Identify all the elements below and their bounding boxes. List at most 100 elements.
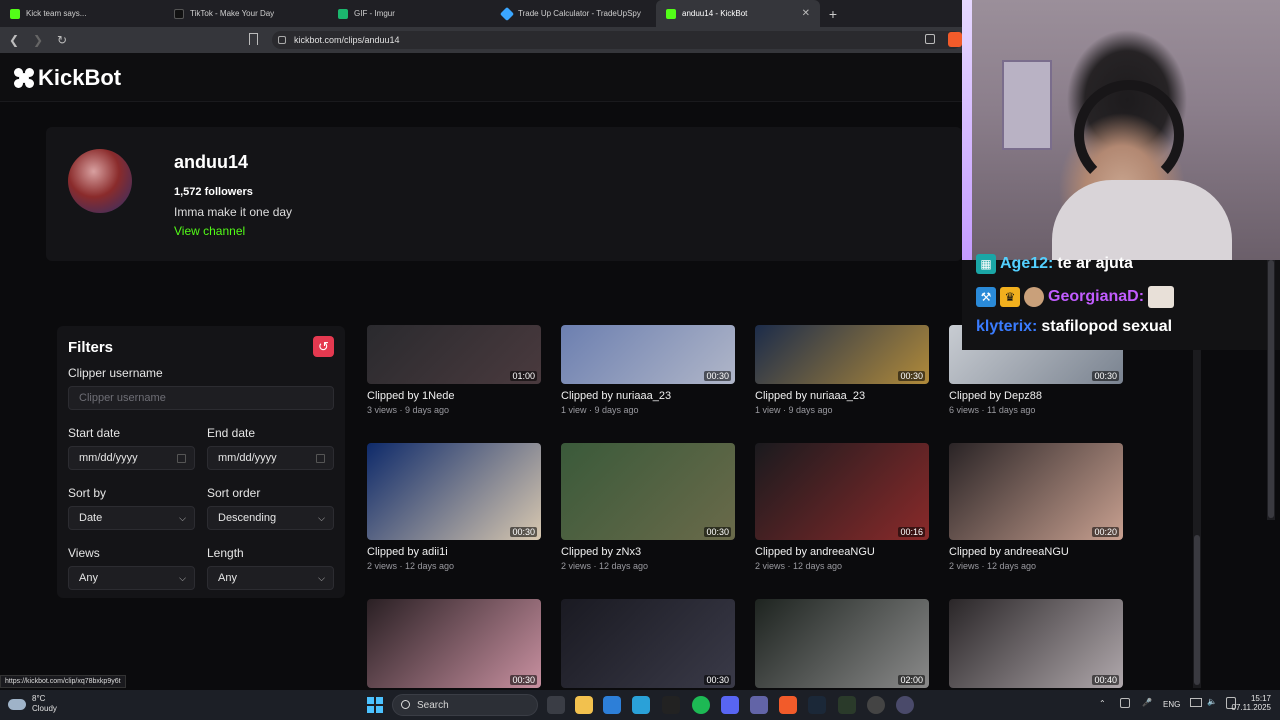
calendar-icon[interactable]	[316, 454, 325, 463]
clip-clipper: Clipped by Depz88	[949, 390, 1042, 402]
page-scrollbar[interactable]: ▲	[1193, 323, 1201, 688]
reload-icon[interactable]: ↻	[52, 30, 72, 50]
clip-card[interactable]: 00:30 Clipped by adii1i 2 views · 12 day…	[367, 443, 543, 571]
sort-order-select[interactable]: Descending ⌵	[207, 506, 334, 530]
clock[interactable]: 15:17 07.11.2025	[1227, 694, 1271, 712]
clip-clipper: Clipped by andreeaNGU	[949, 546, 1069, 558]
weather-condition: Cloudy	[32, 704, 57, 713]
tab-tradeupspy[interactable]: Trade Up Calculator - TradeUpSpy	[492, 0, 656, 27]
clip-thumbnail[interactable]: 00:30	[755, 325, 929, 384]
windows-start-icon[interactable]	[367, 697, 383, 713]
filters-title: Filters	[68, 339, 114, 356]
chat-text: te ar ajuta	[1057, 255, 1133, 272]
clip-clipper: Clipped by andreeaNGU	[755, 546, 875, 558]
clip-clipper: Clipped by nuriaaa_23	[561, 390, 672, 402]
network-icon[interactable]	[1190, 698, 1202, 707]
steam-icon[interactable]	[808, 696, 826, 714]
sort-order-value: Descending	[218, 512, 277, 524]
kickbot-logo[interactable]: KickBot	[14, 65, 121, 91]
clip-thumbnail[interactable]: 02:00	[755, 599, 929, 688]
clip-card[interactable]: 02:00	[755, 599, 931, 688]
close-tab-icon[interactable]: ✕	[802, 8, 810, 19]
clip-thumbnail[interactable]: 01:00	[367, 325, 541, 384]
tab-kick-team[interactable]: Kick team says...	[0, 0, 164, 27]
clip-thumbnail[interactable]: 00:30	[561, 325, 735, 384]
file-explorer-icon[interactable]	[575, 696, 593, 714]
chat-message: ⚒ ♛ GeorgianaD:	[976, 286, 1175, 308]
bookmark-icon[interactable]	[249, 33, 258, 45]
sort-by-value: Date	[79, 512, 103, 524]
microphone-icon[interactable]: 🎤	[1142, 698, 1152, 707]
share-icon[interactable]	[925, 34, 935, 44]
clip-card[interactable]: 00:30	[367, 599, 543, 688]
start-date-label: Start date	[68, 426, 121, 440]
chat-username: GeorgianaD:	[1048, 288, 1145, 305]
clip-thumbnail[interactable]: 00:20	[949, 443, 1123, 540]
clip-clipper: Clipped by adii1i	[367, 546, 448, 558]
calendar-icon[interactable]	[177, 454, 186, 463]
clip-card[interactable]: 00:30	[561, 599, 737, 688]
tray-chevron-icon[interactable]: ⌃	[1099, 699, 1106, 708]
tab-tiktok[interactable]: TikTok - Make Your Day	[164, 0, 328, 27]
epic-games-icon[interactable]	[662, 696, 680, 714]
spotify-icon[interactable]	[692, 696, 710, 714]
clip-card[interactable]: 00:40	[949, 599, 1125, 688]
reset-filters-button[interactable]: ↺	[313, 336, 334, 357]
thumbnail-image	[561, 443, 735, 540]
kick-studio-icon[interactable]	[838, 696, 856, 714]
clip-card[interactable]: 00:30 Clipped by nuriaaa_23 1 view · 9 d…	[755, 325, 931, 415]
clip-card[interactable]: 00:20 Clipped by andreeaNGU 2 views · 12…	[949, 443, 1125, 571]
back-icon[interactable]: ❮	[4, 30, 24, 50]
url-field[interactable]: kickbot.com/clips/anduu14	[272, 31, 962, 49]
forward-icon[interactable]: ❯	[28, 30, 48, 50]
language-indicator[interactable]: ENG	[1163, 700, 1180, 709]
weather-widget[interactable]: 8°C Cloudy	[8, 694, 57, 714]
brave-shields-icon[interactable]	[948, 32, 962, 47]
clip-card[interactable]: 00:30 Clipped by nuriaaa_23 1 view · 9 d…	[561, 325, 737, 415]
imgur-favicon-icon	[338, 8, 348, 19]
clip-card[interactable]: 01:00 Clipped by 1Nede 3 views · 9 days …	[367, 325, 543, 415]
sort-by-select[interactable]: Date ⌵	[68, 506, 195, 530]
avatar-badge-icon	[1024, 287, 1044, 307]
start-date-input[interactable]: mm/dd/yyyy	[68, 446, 195, 470]
chevron-down-icon: ⌵	[179, 573, 186, 583]
taskbar-search[interactable]: Search	[392, 694, 538, 716]
clip-card[interactable]: 00:30 Clipped by zNx3 2 views · 12 days …	[561, 443, 737, 571]
telegram-icon[interactable]	[632, 696, 650, 714]
views-select[interactable]: Any ⌵	[68, 566, 195, 590]
volume-icon[interactable]: 🔈	[1207, 697, 1217, 706]
tiktok-favicon-icon	[174, 8, 184, 19]
tray-app-icon[interactable]	[1120, 698, 1130, 708]
site-info-icon[interactable]	[278, 36, 286, 44]
chat-message: klyterix: stafilopod sexual	[976, 318, 1172, 336]
scrollbar-thumb[interactable]	[1194, 535, 1200, 685]
length-select[interactable]: Any ⌵	[207, 566, 334, 590]
clip-thumbnail[interactable]: 00:30	[367, 443, 541, 540]
tab-imgur[interactable]: GIF - Imgur	[328, 0, 492, 27]
clipper-username-input[interactable]: Clipper username	[68, 386, 334, 410]
clip-thumbnail[interactable]: 00:30	[561, 599, 735, 688]
clip-clipper: Clipped by zNx3	[561, 546, 642, 558]
chat-scrollbar	[1267, 260, 1275, 520]
clip-thumbnail[interactable]: 00:30	[367, 599, 541, 688]
browser-tab-bar: Kick team says... TikTok - Make Your Day…	[0, 0, 962, 27]
obs-icon[interactable]	[896, 696, 914, 714]
discord-icon[interactable]	[721, 696, 739, 714]
clip-thumbnail[interactable]: 00:30	[561, 443, 735, 540]
view-channel-link[interactable]: View channel	[174, 224, 245, 238]
clip-duration: 00:30	[510, 675, 537, 685]
teams-icon[interactable]	[750, 696, 768, 714]
clip-thumbnail[interactable]: 00:16	[755, 443, 929, 540]
tab-kickbot[interactable]: anduu14 - KickBot ✕	[656, 0, 820, 27]
clip-card[interactable]: 00:16 Clipped by andreeaNGU 2 views · 12…	[755, 443, 931, 571]
clip-duration: 00:30	[1092, 371, 1119, 381]
clip-thumbnail[interactable]: 00:40	[949, 599, 1123, 688]
end-date-label: End date	[207, 426, 256, 440]
chat-username: klyterix:	[976, 318, 1038, 335]
task-view-icon[interactable]	[547, 696, 565, 714]
end-date-input[interactable]: mm/dd/yyyy	[207, 446, 334, 470]
new-tab-button[interactable]: +	[820, 0, 846, 27]
app-icon[interactable]	[867, 696, 885, 714]
microsoft-store-icon[interactable]	[603, 696, 621, 714]
brave-browser-icon[interactable]	[779, 696, 797, 714]
